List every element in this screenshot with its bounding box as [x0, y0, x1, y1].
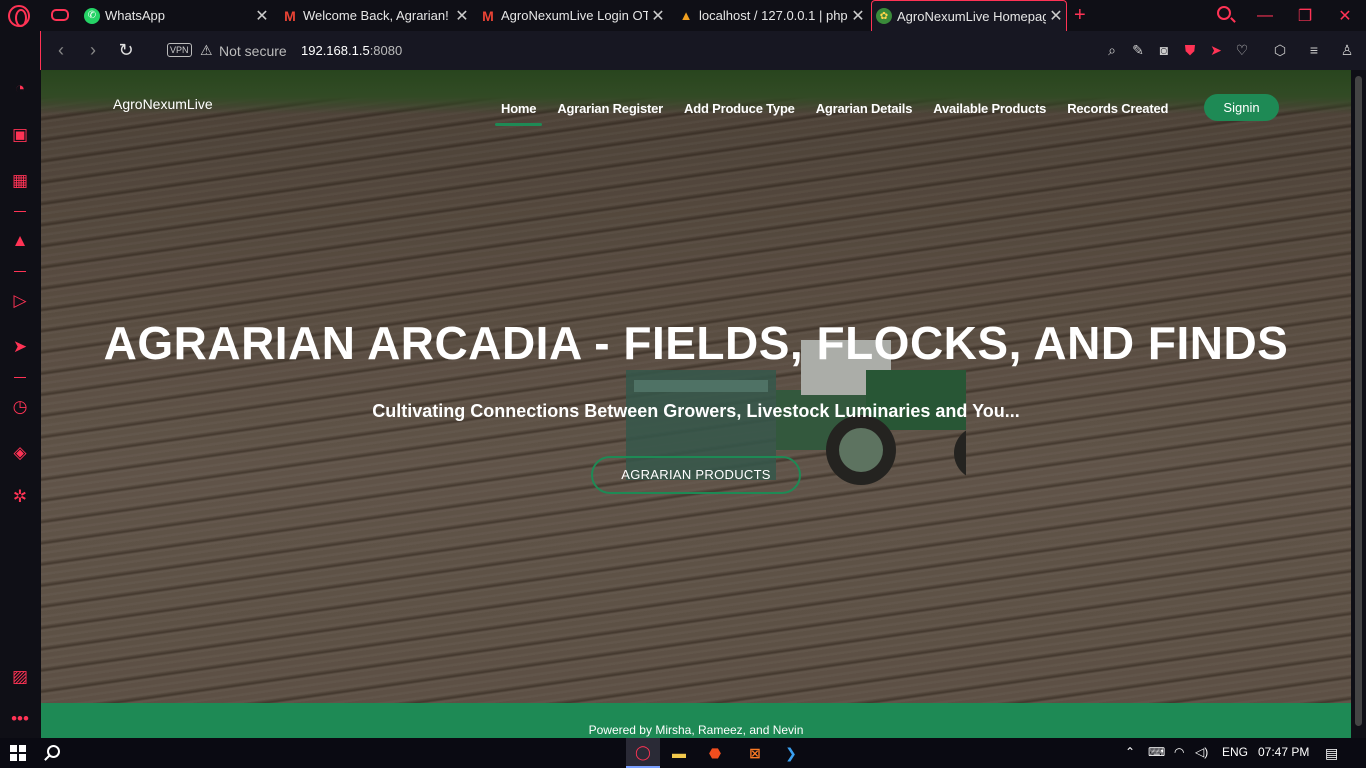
tab-gmail-otp[interactable]: M AgroNexumLive Login OTP ✕	[476, 0, 668, 31]
page-viewport: AgroNexumLive Home Agrarian Register Add…	[41, 70, 1351, 738]
profile-icon[interactable]: ♙	[1338, 41, 1356, 59]
figma-icon[interactable]: ⬣	[698, 738, 732, 768]
nav-add-produce-type[interactable]: Add Produce Type	[684, 101, 795, 116]
url-port: :8080	[369, 43, 403, 58]
cpu-limiter-icon[interactable]: ▦	[10, 171, 30, 191]
whatsapp-icon: ✆	[84, 7, 100, 24]
vscode-icon[interactable]: ❯	[774, 738, 808, 768]
minimize-icon[interactable]: —	[1245, 0, 1285, 31]
language-indicator[interactable]: ENG	[1222, 745, 1248, 759]
signin-button[interactable]: Signin	[1204, 94, 1279, 121]
tab-title: Welcome Back, Agrarian! -	[303, 8, 452, 23]
security-status[interactable]: Not secure	[219, 43, 287, 59]
tab-phpmyadmin[interactable]: ▲ localhost / 127.0.0.1 | phpM ✕	[674, 0, 868, 31]
settings-gear-icon[interactable]: ✲	[10, 487, 30, 507]
speed-dial-icon[interactable]: ◔	[10, 79, 30, 99]
tab-agronexum-homepage[interactable]: ✿ AgroNexumLive Homepage ✕	[871, 0, 1067, 31]
new-tab-icon[interactable]: +	[1074, 4, 1086, 27]
gamepad-icon[interactable]	[51, 9, 69, 21]
clock[interactable]: 07:47 PM	[1258, 745, 1309, 759]
file-explorer-icon[interactable]: ▬	[662, 738, 696, 768]
page-search-icon[interactable]: ⌕	[1103, 41, 1121, 59]
close-icon[interactable]: ✕	[848, 6, 868, 26]
flow-send-icon[interactable]: ➤	[1207, 41, 1225, 59]
adblock-shield-icon[interactable]: ⛊	[1181, 41, 1199, 59]
browser-sidebar: ◔ ▣ ▦ ▲ ▷ ➤ ◷ ◈ ✲ ▨ •••	[0, 31, 40, 738]
gmail-icon: M	[482, 7, 494, 24]
tray-chevron-icon[interactable]: ⌃	[1125, 745, 1135, 759]
volume-icon[interactable]: ◁)	[1195, 745, 1208, 759]
sidebar-divider	[14, 211, 26, 212]
footer-authors: Mirsha, Rameez, and Nevin	[655, 723, 804, 737]
tab-title: AgroNexumLive Homepage	[897, 8, 1046, 24]
tray-keyboard-icon[interactable]: ⌨	[1148, 745, 1165, 759]
nav-agrarian-register[interactable]: Agrarian Register	[557, 101, 663, 116]
extensions-cube-icon[interactable]: ⬡	[1271, 41, 1289, 59]
vpn-badge[interactable]: VPN	[167, 43, 192, 57]
heart-icon[interactable]: ♡	[1233, 41, 1251, 59]
nav-agrarian-details[interactable]: Agrarian Details	[816, 101, 913, 116]
nav-available-products[interactable]: Available Products	[933, 101, 1046, 116]
edit-icon[interactable]: ✎	[1129, 41, 1147, 59]
phpmyadmin-icon: ▲	[679, 8, 693, 23]
tab-title: AgroNexumLive Login OTP	[501, 8, 648, 23]
sidebar-divider	[14, 377, 26, 378]
camera-icon[interactable]: ◙	[1155, 41, 1173, 59]
gmail-icon: M	[284, 7, 296, 24]
forward-icon[interactable]: ›	[83, 40, 103, 60]
briefcase-icon[interactable]: ▣	[10, 125, 30, 145]
address-bar: ‹ › ↻ VPN ⚠ Not secure 192.168.1.5:8080 …	[40, 31, 1366, 70]
xampp-icon[interactable]: ⊠	[738, 738, 772, 768]
site-footer: Powered by Mirsha, Rameez, and Nevin	[41, 703, 1351, 738]
tab-gmail-welcome[interactable]: M Welcome Back, Agrarian! - ✕	[278, 0, 472, 31]
back-icon[interactable]: ‹	[51, 40, 71, 60]
warning-icon[interactable]: ⚠	[200, 42, 213, 59]
url-field[interactable]: 192.168.1.5:8080	[301, 43, 402, 58]
wifi-icon[interactable]: ◠	[1174, 745, 1184, 759]
reload-icon[interactable]: ↻	[116, 40, 136, 60]
close-icon[interactable]: ✕	[1046, 6, 1066, 26]
tab-title: localhost / 127.0.0.1 | phpM	[699, 8, 848, 23]
taskbar-search-icon[interactable]	[47, 745, 60, 758]
windows-taskbar: ◯ ▬ ⬣ ⊠ ❯ ⌃ ⌨ ◠ ◁) ENG 07:47 PM ▤	[0, 738, 1366, 768]
site-nav: Home Agrarian Register Add Produce Type …	[494, 101, 1189, 126]
send-icon[interactable]: ➤	[10, 337, 30, 357]
footer-prefix: Powered by	[588, 723, 652, 737]
agrarian-products-button[interactable]: AGRARIAN PRODUCTS	[591, 456, 801, 494]
sidebar-divider	[14, 271, 26, 272]
close-window-icon[interactable]: ✕	[1325, 0, 1365, 31]
tab-search-icon[interactable]	[1217, 6, 1231, 20]
hero-subtitle: Cultivating Connections Between Growers,…	[372, 401, 1020, 421]
close-icon[interactable]: ✕	[648, 6, 668, 26]
history-icon[interactable]: ◷	[10, 397, 30, 417]
player-icon[interactable]: ▷	[10, 291, 30, 311]
hero-title: AGRARIAN ARCADIA - FIELDS, FLOCKS, AND F…	[103, 317, 1289, 369]
site-brand[interactable]: AgroNexumLive	[113, 96, 213, 112]
restore-icon[interactable]: ❐	[1285, 0, 1325, 31]
windows-start-icon[interactable]	[10, 745, 26, 761]
nav-home[interactable]: Home	[494, 101, 543, 126]
page-scrollbar[interactable]	[1351, 70, 1366, 738]
box-icon[interactable]: ◈	[10, 443, 30, 463]
aria-icon[interactable]: ▲	[10, 231, 30, 251]
url-host: 192.168.1.5	[301, 43, 370, 58]
opera-menu-icon[interactable]	[8, 5, 30, 27]
close-icon[interactable]: ✕	[252, 6, 272, 26]
agronexum-icon: ✿	[876, 8, 892, 24]
opera-gx-taskbar-icon[interactable]: ◯	[626, 738, 660, 768]
more-icon[interactable]: •••	[10, 709, 30, 729]
browser-tab-strip: ✆ WhatsApp ✕ M Welcome Back, Agrarian! -…	[0, 0, 1366, 31]
nav-records-created[interactable]: Records Created	[1067, 101, 1168, 116]
easy-setup-icon[interactable]: ≡	[1305, 41, 1323, 59]
close-icon[interactable]: ✕	[452, 6, 472, 26]
tab-whatsapp[interactable]: ✆ WhatsApp ✕	[80, 0, 272, 31]
scrollbar-thumb[interactable]	[1355, 76, 1362, 726]
tab-title: WhatsApp	[105, 8, 165, 23]
notifications-icon[interactable]: ▤	[1325, 745, 1338, 762]
wallpaper-icon[interactable]: ▨	[10, 667, 30, 687]
